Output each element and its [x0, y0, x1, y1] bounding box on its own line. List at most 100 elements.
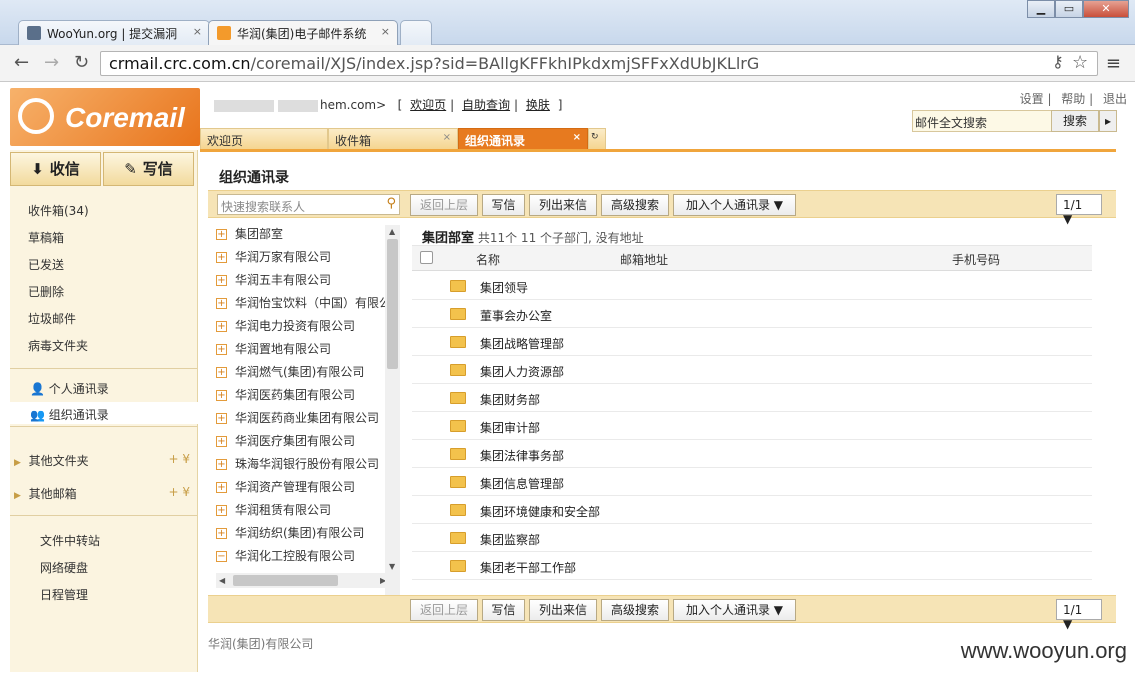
key-icon[interactable]: ⚷ [1052, 52, 1064, 71]
new-tab-button[interactable] [400, 20, 432, 45]
compose-button[interactable]: ✎ 写信 [103, 152, 194, 186]
skin-link[interactable]: 换肤 [526, 98, 550, 112]
receive-button[interactable]: ⬇ 收信 [10, 152, 101, 186]
logo-mark-icon [10, 90, 62, 142]
back-up-button[interactable]: 返回上层 [410, 194, 478, 216]
other-folders[interactable]: ▶ 其他文件夹 + ¥ [14, 452, 194, 469]
fulltext-search[interactable]: 邮件全文搜索 搜索 ▸ [912, 110, 1117, 132]
tree-node[interactable]: + 华润五丰有限公司 [216, 271, 331, 294]
self-service-link[interactable]: 自助查询 [462, 98, 510, 112]
star-icon[interactable]: ☆ [1072, 52, 1088, 73]
contact-search-input[interactable]: 快速搜索联系人 ⚲ [217, 194, 400, 215]
table-row[interactable]: 集团法律事务部 [412, 440, 1092, 468]
folder-spam[interactable]: 垃圾邮件 [28, 310, 89, 337]
table-row[interactable]: 集团老干部工作部 [412, 552, 1092, 580]
table-row[interactable]: 集团监察部 [412, 524, 1092, 552]
advanced-search-button[interactable]: 高级搜索 [601, 599, 669, 621]
tab-welcome[interactable]: 欢迎页 [200, 128, 328, 150]
table-row[interactable]: 集团人力资源部 [412, 356, 1092, 384]
tree-node[interactable]: + 华润资产管理有限公司 [216, 478, 355, 501]
top-links: 设置 | 帮助 | 退出 [1019, 92, 1127, 106]
tab-org-contacts[interactable]: 组织通讯录 × [458, 128, 588, 150]
tree-node[interactable]: + 华润燃气(集团)有限公司 [216, 363, 364, 386]
add-contact-button[interactable]: 加入个人通讯录 ▼ [673, 599, 796, 621]
close-tab-icon[interactable]: × [193, 25, 202, 38]
write-button[interactable]: 写信 [482, 599, 525, 621]
page-select[interactable]: 1/1 ▼ [1056, 599, 1102, 631]
scroll-up-icon: ▲ [389, 227, 396, 236]
folder-inbox[interactable]: 收件箱(34) [28, 202, 89, 229]
tree-node[interactable]: + 华润医疗集团有限公司 [216, 432, 355, 455]
folder-virus[interactable]: 病毒文件夹 [28, 337, 89, 364]
table-row[interactable]: 集团财务部 [412, 384, 1092, 412]
window-close-icon[interactable]: ✕ [1083, 0, 1129, 18]
folder-icon [450, 364, 466, 376]
tree-node[interactable]: + 华润电力投资有限公司 [216, 317, 355, 340]
table-row[interactable]: 集团审计部 [412, 412, 1092, 440]
help-link[interactable]: 帮助 [1061, 92, 1085, 106]
browser-tab-mail[interactable]: 华润(集团)电子邮件系统 × [208, 20, 398, 46]
select-all-checkbox[interactable] [420, 251, 433, 264]
tree-node[interactable]: + 华润医药集团有限公司 [216, 386, 355, 409]
close-icon[interactable]: × [443, 132, 451, 143]
tree-node[interactable]: + 华润置地有限公司 [216, 340, 331, 363]
tree-node[interactable]: + 华润纺织(集团)有限公司 [216, 524, 364, 547]
tree-node[interactable]: + 集团部室 [216, 225, 283, 248]
menu-icon[interactable]: ≡ [1106, 53, 1121, 74]
download-icon: ⬇ [31, 160, 44, 178]
personal-contacts[interactable]: 👤 个人通讯录 [30, 380, 109, 397]
tree-hscrollbar[interactable]: ◀ ▶ [216, 573, 391, 588]
tree-node[interactable]: + 华润租赁有限公司 [216, 501, 331, 524]
search-icon: ⚲ [386, 196, 396, 211]
folder-icon [450, 504, 466, 516]
calendar-link[interactable]: 日程管理 [40, 586, 88, 603]
file-transfer-link[interactable]: 文件中转站 [40, 532, 100, 549]
list-mail-button[interactable]: 列出来信 [529, 194, 597, 216]
tree-node[interactable]: + 华润万家有限公司 [216, 248, 331, 271]
advanced-search-button[interactable]: 高级搜索 [601, 194, 669, 216]
browser-tab-wooyun[interactable]: WooYun.org | 提交漏洞 × [18, 20, 210, 45]
settings-link[interactable]: 设置 [1020, 92, 1044, 106]
page-select[interactable]: 1/1 ▼ [1056, 194, 1102, 226]
org-contacts[interactable]: 👥 组织通讯录 [10, 402, 198, 424]
other-mailboxes[interactable]: ▶ 其他邮箱 + ¥ [14, 485, 194, 502]
expand-icon: ▶ [14, 458, 21, 468]
sidebar: ⬇ 收信 ✎ 写信 收件箱(34) 草稿箱 已发送 已删除 垃圾邮件 病毒文件夹 👤… [10, 150, 198, 672]
tree-node[interactable]: − 华润化工控股有限公司 [216, 547, 355, 570]
list-mail-button[interactable]: 列出来信 [529, 599, 597, 621]
table-row[interactable]: 集团领导 [412, 272, 1092, 300]
refresh-icon[interactable]: ↻ [588, 128, 606, 150]
search-options-icon[interactable]: ▸ [1099, 110, 1117, 132]
reload-icon[interactable]: ↻ [74, 52, 89, 73]
add-contact-button[interactable]: 加入个人通讯录 ▼ [673, 194, 796, 216]
back-arrow-icon[interactable]: ← [14, 52, 29, 73]
tree-node[interactable]: + 华润医药商业集团有限公司 [216, 409, 379, 432]
search-button[interactable]: 搜索 [1051, 110, 1099, 132]
bottom-toolbar: 返回上层 写信 列出来信 高级搜索 加入个人通讯录 ▼ 1/1 ▼ [208, 595, 1116, 631]
welcome-link[interactable]: 欢迎页 [410, 98, 446, 112]
network-disk-link[interactable]: 网络硬盘 [40, 559, 88, 576]
forward-arrow-icon[interactable]: → [44, 52, 59, 73]
top-toolbar: 快速搜索联系人 ⚲ 返回上层 写信 列出来信 高级搜索 加入个人通讯录 ▼ 1/1… [208, 190, 1116, 226]
folder-deleted[interactable]: 已删除 [28, 283, 89, 310]
folder-sent[interactable]: 已发送 [28, 256, 89, 283]
folder-drafts[interactable]: 草稿箱 [28, 229, 89, 256]
table-row[interactable]: 董事会办公室 [412, 300, 1092, 328]
tree-node[interactable]: + 华润怡宝饮料（中国）有限公司 [216, 294, 400, 317]
add-icon[interactable]: + ¥ [168, 452, 190, 466]
write-button[interactable]: 写信 [482, 194, 525, 216]
add-icon[interactable]: + ¥ [168, 485, 190, 499]
table-row[interactable]: 集团战略管理部 [412, 328, 1092, 356]
tree-node[interactable]: + 珠海华润银行股份有限公司 [216, 455, 379, 478]
close-tab-icon[interactable]: × [381, 25, 390, 38]
table-row[interactable]: 集团信息管理部 [412, 468, 1092, 496]
close-icon[interactable]: × [573, 132, 581, 143]
back-up-button[interactable]: 返回上层 [410, 599, 478, 621]
tab-inbox[interactable]: 收件箱 × [328, 128, 458, 150]
tree-vscrollbar[interactable]: ▲ ▼ [385, 225, 400, 595]
maximize-icon[interactable]: ▭ [1055, 0, 1083, 18]
table-row[interactable]: 集团环境健康和安全部 [412, 496, 1092, 524]
url-input[interactable]: crmail.crc.com.cn/coremail/XJS/index.jsp… [100, 51, 1098, 76]
logout-link[interactable]: 退出 [1103, 92, 1127, 106]
minimize-icon[interactable]: ▁ [1027, 0, 1055, 18]
